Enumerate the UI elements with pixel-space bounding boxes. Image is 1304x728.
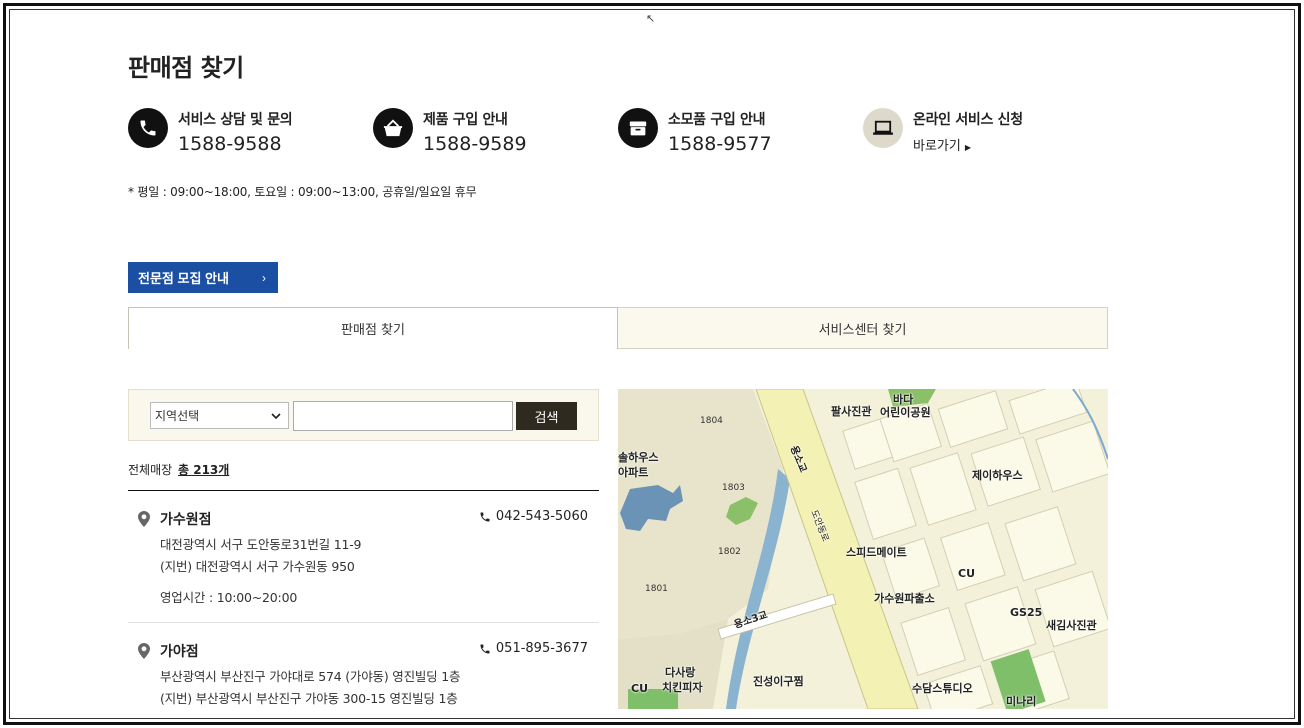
contact-purchase: 제품 구입 안내 1588-9589	[373, 107, 527, 155]
search-panel: 지역선택 검색	[128, 389, 599, 441]
contact-label: 서비스 상담 및 문의	[178, 112, 293, 128]
map-label: CU	[958, 567, 976, 580]
online-service-link[interactable]: 바로가기 ▶	[913, 135, 1023, 154]
store-hours: 영업시간 : 10:00~20:00	[160, 590, 298, 605]
store-total: 전체매장 총 213개	[128, 461, 229, 478]
contact-label: 제품 구입 안내	[423, 112, 508, 128]
map-label: 어린이공원	[880, 406, 931, 419]
mouse-cursor-icon: ↖	[646, 12, 656, 25]
map-label: 스피드메이트	[846, 546, 907, 559]
map-label: 솔하우스	[618, 451, 659, 464]
store-address: 대전광역시 서구 도안동로31번길 11-9	[160, 537, 362, 552]
map-label: 가수원파출소	[874, 592, 935, 605]
location-pin-icon	[138, 511, 150, 527]
map-label: 진성이구찜	[753, 675, 804, 688]
contact-label: 온라인 서비스 신청	[913, 112, 1023, 128]
contact-phone: 1588-9588	[178, 133, 282, 155]
store-phone: 051-895-3677	[479, 641, 588, 656]
phone-icon	[128, 108, 168, 148]
business-hours-note: * 평일 : 09:00~18:00, 토요일 : 09:00~13:00, 공…	[128, 185, 477, 199]
total-count-link[interactable]: 총 213개	[178, 463, 229, 477]
online-service-link-label: 바로가기	[913, 139, 961, 154]
map-label: 제이하우스	[972, 469, 1023, 482]
search-input[interactable]	[293, 401, 513, 431]
map-building-number: 1802	[718, 547, 741, 557]
store-lot-address: (지번) 부산광역시 부산진구 가야동 300-15 영진빌딩 1층	[160, 691, 458, 706]
region-select-value: 지역선택	[155, 409, 200, 423]
map-label: 치킨피자	[662, 681, 703, 694]
caret-right-icon: ▶	[964, 143, 971, 152]
phone-icon	[480, 644, 490, 653]
recruit-info-button[interactable]: 전문점 모집 안내 ›	[128, 262, 278, 293]
map-label: 새김사진관	[1046, 619, 1097, 632]
region-select[interactable]: 지역선택	[150, 402, 289, 429]
box-icon	[618, 108, 658, 148]
map-label: 미나리	[1006, 695, 1037, 708]
recruit-button-label: 전문점 모집 안내	[138, 271, 229, 286]
list-item[interactable]: 가야점 051-895-3677 부산광역시 부산진구 가야대로 574 (가야…	[128, 641, 599, 711]
store-map[interactable]: 1804 1803 1802 1801 팔사진관 바다 어린이공원 솔하우스 아…	[618, 389, 1108, 709]
laptop-icon	[863, 108, 903, 148]
map-building-number: 1803	[722, 483, 745, 493]
active-tab-gap	[129, 348, 617, 349]
store-phone-number: 051-895-3677	[495, 641, 588, 656]
store-phone: 042-543-5060	[479, 509, 588, 524]
map-label: 다사랑	[665, 666, 696, 679]
store-name: 가야점	[160, 644, 199, 660]
map-label: 수담스튜디오	[912, 682, 973, 695]
list-item[interactable]: 가수원점 042-543-5060 대전광역시 서구 도안동로31번길 11-9…	[128, 509, 599, 609]
store-phone-number: 042-543-5060	[495, 509, 588, 524]
basket-icon	[373, 108, 413, 148]
phone-icon	[480, 512, 490, 521]
contact-supplies: 소모품 구입 안내 1588-9577	[618, 107, 772, 155]
page-title: 판매점 찾기	[128, 54, 244, 82]
contact-phone: 1588-9589	[423, 133, 527, 155]
store-lot-address: (지번) 대전광역시 서구 가수원동 950	[160, 559, 355, 574]
list-divider	[128, 490, 599, 491]
map-label: 팔사진관	[831, 405, 872, 418]
contact-phone: 1588-9577	[668, 133, 772, 155]
search-button[interactable]: 검색	[516, 402, 577, 430]
tab-label: 판매점 찾기	[341, 323, 405, 338]
map-building-number: 1801	[645, 584, 668, 594]
contact-online: 온라인 서비스 신청 바로가기 ▶	[863, 107, 1023, 154]
chevron-down-icon	[271, 413, 281, 420]
tab-service-center-finder[interactable]: 서비스센터 찾기	[618, 307, 1108, 349]
map-label: GS25	[1010, 606, 1043, 619]
tab-store-finder[interactable]: 판매점 찾기	[128, 307, 618, 349]
store-name: 가수원점	[160, 512, 212, 528]
map-building-number: 1804	[700, 416, 723, 426]
chevron-right-icon: ›	[262, 270, 266, 285]
contact-service: 서비스 상담 및 문의 1588-9588	[128, 107, 293, 155]
contact-label: 소모품 구입 안내	[668, 112, 766, 128]
list-item-divider	[128, 622, 599, 623]
map-label: CU	[631, 682, 649, 695]
total-prefix: 전체매장	[128, 463, 173, 477]
tab-label: 서비스센터 찾기	[818, 322, 907, 338]
map-label: 아파트	[618, 466, 649, 479]
location-pin-icon	[138, 643, 150, 659]
store-address: 부산광역시 부산진구 가야대로 574 (가야동) 영진빌딩 1층	[160, 669, 461, 684]
